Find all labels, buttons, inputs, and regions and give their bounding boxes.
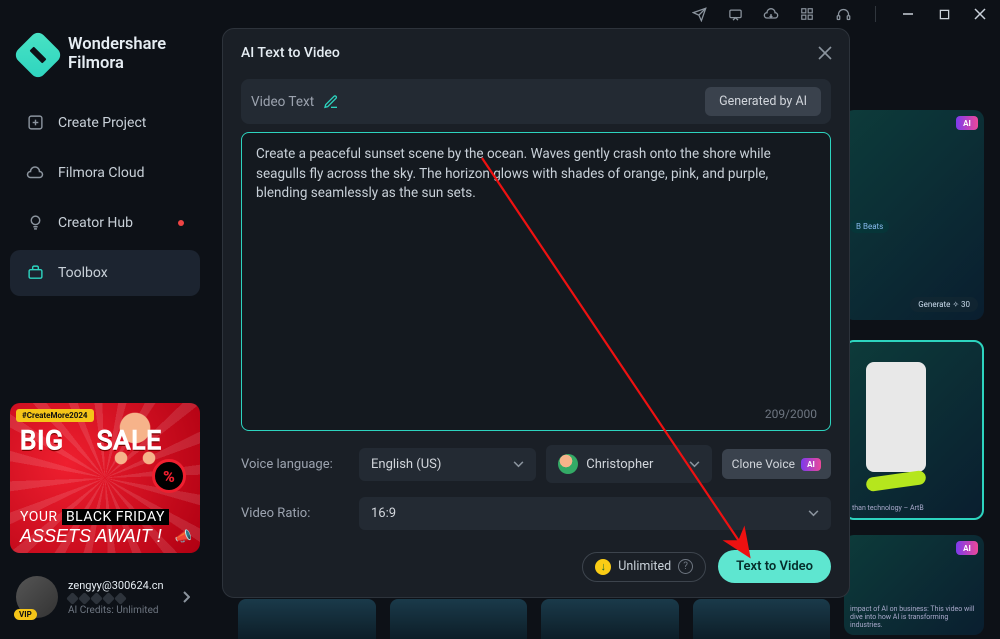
template-thumb[interactable] — [390, 599, 528, 639]
modal-title: AI Text to Video — [241, 45, 831, 61]
help-icon[interactable]: ? — [678, 559, 693, 574]
promo-line2: YOUR BLACK FRIDAY — [20, 508, 169, 525]
sidebar-item-label: Filmora Cloud — [58, 165, 144, 181]
template-pill: B Beats — [850, 220, 889, 233]
plus-square-icon — [26, 114, 44, 132]
sidebar-item-label: Create Project — [58, 115, 146, 131]
voice-name-value: Christopher — [586, 457, 653, 472]
user-bar[interactable]: VIP zengyy@300624.cn AI Credits: Unlimit… — [10, 565, 200, 629]
window-close-button[interactable] — [972, 6, 988, 22]
user-info: zengyy@300624.cn AI Credits: Unlimited — [68, 579, 168, 616]
unlimited-label: Unlimited — [618, 559, 671, 574]
ratio-row: Video Ratio: 16:9 — [241, 497, 831, 530]
send-icon[interactable] — [691, 6, 707, 22]
brand-text: Wondershare Filmora — [68, 36, 166, 74]
template-thumb[interactable] — [541, 599, 679, 639]
chevron-down-icon — [513, 457, 524, 472]
unlimited-pill[interactable]: ↓ Unlimited ? — [582, 552, 706, 582]
ai-credits-label: AI Credits: Unlimited — [68, 605, 168, 616]
title-bar — [679, 0, 1000, 28]
clone-voice-label: Clone Voice — [732, 457, 795, 471]
template-caption: than technology – ArtB — [852, 504, 976, 512]
video-ratio-value: 16:9 — [371, 506, 396, 521]
plane-icon — [865, 470, 926, 492]
bulb-icon — [26, 214, 44, 232]
percent-badge-icon: % — [152, 459, 186, 493]
brand-logo-icon — [13, 30, 64, 81]
cloud-download-icon[interactable] — [763, 6, 779, 22]
grid-icon[interactable] — [799, 6, 815, 22]
modal-close-button[interactable] — [815, 43, 835, 63]
bullhorn-icon: 📣 — [175, 529, 192, 545]
sidebar-nav: Create Project Filmora Cloud Creator Hub… — [0, 100, 210, 296]
edit-icon[interactable] — [322, 93, 340, 111]
avatar-wrap: VIP — [16, 576, 58, 618]
template-row — [238, 599, 830, 639]
toolbox-icon — [26, 264, 44, 282]
user-email: zengyy@300624.cn — [68, 579, 168, 592]
window-minimize-button[interactable] — [900, 6, 916, 22]
voice-avatar-icon — [558, 454, 578, 474]
generated-by-ai-button[interactable]: Generated by AI — [705, 87, 821, 116]
phone-mockup-icon — [866, 362, 926, 472]
ai-badge-icon: AI — [956, 541, 978, 555]
template-thumb[interactable] — [238, 599, 376, 639]
voice-row: Voice language: English (US) Christopher… — [241, 445, 831, 483]
prompt-textarea[interactable] — [241, 132, 831, 431]
clone-voice-button[interactable]: Clone Voice AI — [722, 449, 831, 479]
prompt-wrapper: 209/2000 — [241, 132, 831, 431]
sidebar-item-filmora-cloud[interactable]: Filmora Cloud — [10, 150, 200, 196]
promo-tag: #CreateMore2024 — [16, 409, 94, 422]
window-maximize-button[interactable] — [936, 6, 952, 22]
headset-icon[interactable] — [835, 6, 851, 22]
tier-diamonds-icon — [68, 594, 168, 603]
ai-badge-icon: AI — [956, 116, 978, 130]
chevron-down-icon — [689, 457, 700, 472]
chat-icon[interactable] — [727, 6, 743, 22]
video-ratio-label: Video Ratio: — [241, 506, 349, 521]
ai-text-to-video-modal: AI Text to Video Video Text Generated by… — [222, 28, 850, 598]
sidebar-item-label: Toolbox — [58, 265, 108, 281]
coin-icon: ↓ — [595, 559, 611, 575]
chevron-down-icon — [808, 506, 819, 521]
voice-language-label: Voice language: — [241, 457, 349, 472]
voice-name-select[interactable]: Christopher — [546, 445, 711, 483]
char-counter: 209/2000 — [765, 407, 817, 421]
sidebar-item-create-project[interactable]: Create Project — [10, 100, 200, 146]
voice-language-value: English (US) — [371, 457, 441, 472]
promo-line3: ASSETS AWAIT ! — [20, 526, 162, 547]
chevron-right-icon[interactable] — [178, 584, 194, 611]
template-card[interactable]: AI B Beats Generate ✧ 30 — [844, 110, 984, 320]
template-card[interactable]: AI impact of AI on business: This video … — [844, 535, 984, 635]
sidebar: Wondershare Filmora Create Project Filmo… — [0, 0, 210, 639]
sidebar-item-label: Creator Hub — [58, 215, 133, 231]
sidebar-item-toolbox[interactable]: Toolbox — [10, 250, 200, 296]
brand: Wondershare Filmora — [0, 36, 210, 100]
brand-line2: Filmora — [68, 55, 166, 74]
ai-badge-icon: AI — [801, 458, 821, 471]
template-thumb[interactable] — [693, 599, 831, 639]
video-text-label: Video Text — [251, 94, 314, 110]
vip-badge: VIP — [14, 609, 37, 620]
text-to-video-button[interactable]: Text to Video — [718, 550, 831, 583]
notification-dot-icon — [178, 220, 184, 226]
divider — [875, 6, 876, 22]
voice-language-select[interactable]: English (US) — [359, 448, 536, 481]
video-ratio-select[interactable]: 16:9 — [359, 497, 831, 530]
template-card-selected[interactable]: than technology – ArtB — [844, 340, 984, 520]
promo-headline: BIG SALE — [20, 425, 162, 456]
modal-footer: ↓ Unlimited ? Text to Video — [241, 550, 831, 583]
template-caption: impact of AI on business: This video wil… — [850, 605, 978, 629]
generate-pill: Generate ✧ 30 — [910, 297, 978, 312]
sidebar-item-creator-hub[interactable]: Creator Hub — [10, 200, 200, 246]
cloud-icon — [26, 164, 44, 182]
promo-banner[interactable]: #CreateMore2024 BIG SALE % YOUR BLACK FR… — [10, 403, 200, 553]
brand-line1: Wondershare — [68, 36, 166, 55]
video-text-bar: Video Text Generated by AI — [241, 79, 831, 124]
